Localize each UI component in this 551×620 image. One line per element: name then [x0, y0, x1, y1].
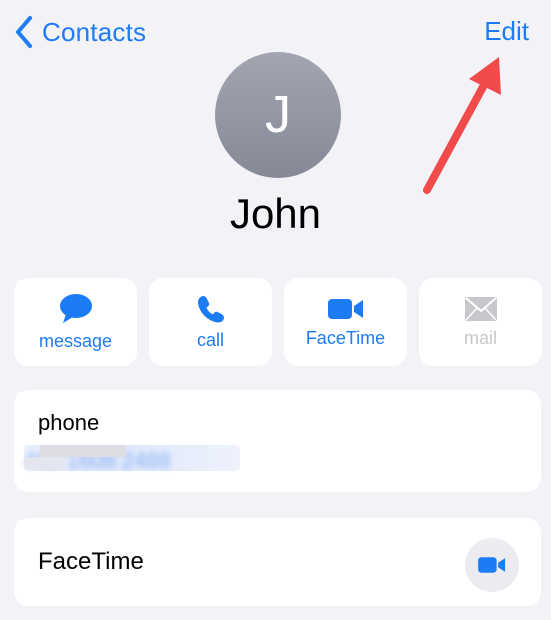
- mail-button[interactable]: mail: [419, 278, 542, 366]
- facetime-action-button[interactable]: FaceTime: [284, 278, 407, 366]
- avatar: J: [215, 52, 341, 178]
- call-label: call: [196, 329, 224, 350]
- message-label: message: [38, 330, 113, 351]
- phone-card: phone: [14, 390, 541, 492]
- phone-label: phone: [38, 410, 100, 435]
- message-button[interactable]: message: [14, 278, 137, 366]
- envelope-icon: [464, 296, 497, 321]
- message-bubble-icon: [59, 293, 92, 323]
- call-button[interactable]: call: [149, 278, 272, 366]
- facetime-video-button[interactable]: [465, 538, 519, 592]
- back-button-label: Contacts: [42, 16, 147, 47]
- video-camera-icon: [327, 298, 363, 319]
- mail-label: mail: [463, 327, 497, 348]
- phone-number[interactable]: 400 1608 2488: [24, 445, 240, 473]
- video-camera-icon: [478, 557, 506, 573]
- contact-name: John: [229, 190, 322, 237]
- edit-button[interactable]: Edit: [484, 16, 529, 47]
- back-button[interactable]: Contacts: [14, 14, 146, 50]
- facetime-label: FaceTime: [38, 548, 144, 575]
- avatar-initial: J: [265, 86, 291, 144]
- facetime-action-label: FaceTime: [305, 327, 386, 348]
- redaction-block: [40, 445, 126, 457]
- quick-actions: message call FaceTime mail: [14, 278, 542, 366]
- facetime-row[interactable]: FaceTime: [14, 518, 541, 606]
- phone-icon: [197, 295, 224, 322]
- chevron-left-icon: [16, 16, 32, 48]
- redaction-block: [24, 457, 64, 469]
